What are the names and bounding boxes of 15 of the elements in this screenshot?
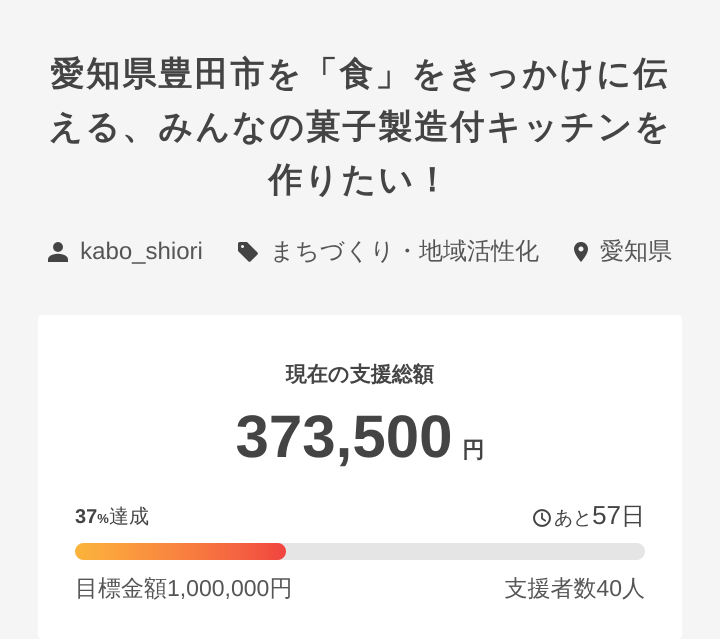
location-label: 愛知県 <box>600 237 672 267</box>
person-icon <box>48 242 68 262</box>
location-pin-icon <box>574 242 588 262</box>
clock-icon <box>533 508 552 526</box>
currency-label: 円 <box>462 437 484 463</box>
tag-icon <box>238 242 258 262</box>
goal-amount: 目標金額1,000,000円 <box>75 574 292 602</box>
backer-count: 支援者数40人 <box>504 574 645 602</box>
days-remaining: あと 57日 <box>554 500 645 532</box>
achievement-rate: 37%達成 <box>75 504 149 530</box>
funding-amount: 373,500 <box>236 405 452 469</box>
author-name[interactable]: kabo_shiori <box>80 237 203 267</box>
project-title: 愛知県豊田市を「食」をきっかけに伝える、みんなの菓子製造付キッチンを作りたい！ <box>48 54 672 201</box>
total-funding-label: 現在の支援総額 <box>284 363 435 387</box>
category-label[interactable]: まちづくり・地域活性化 <box>270 237 539 267</box>
